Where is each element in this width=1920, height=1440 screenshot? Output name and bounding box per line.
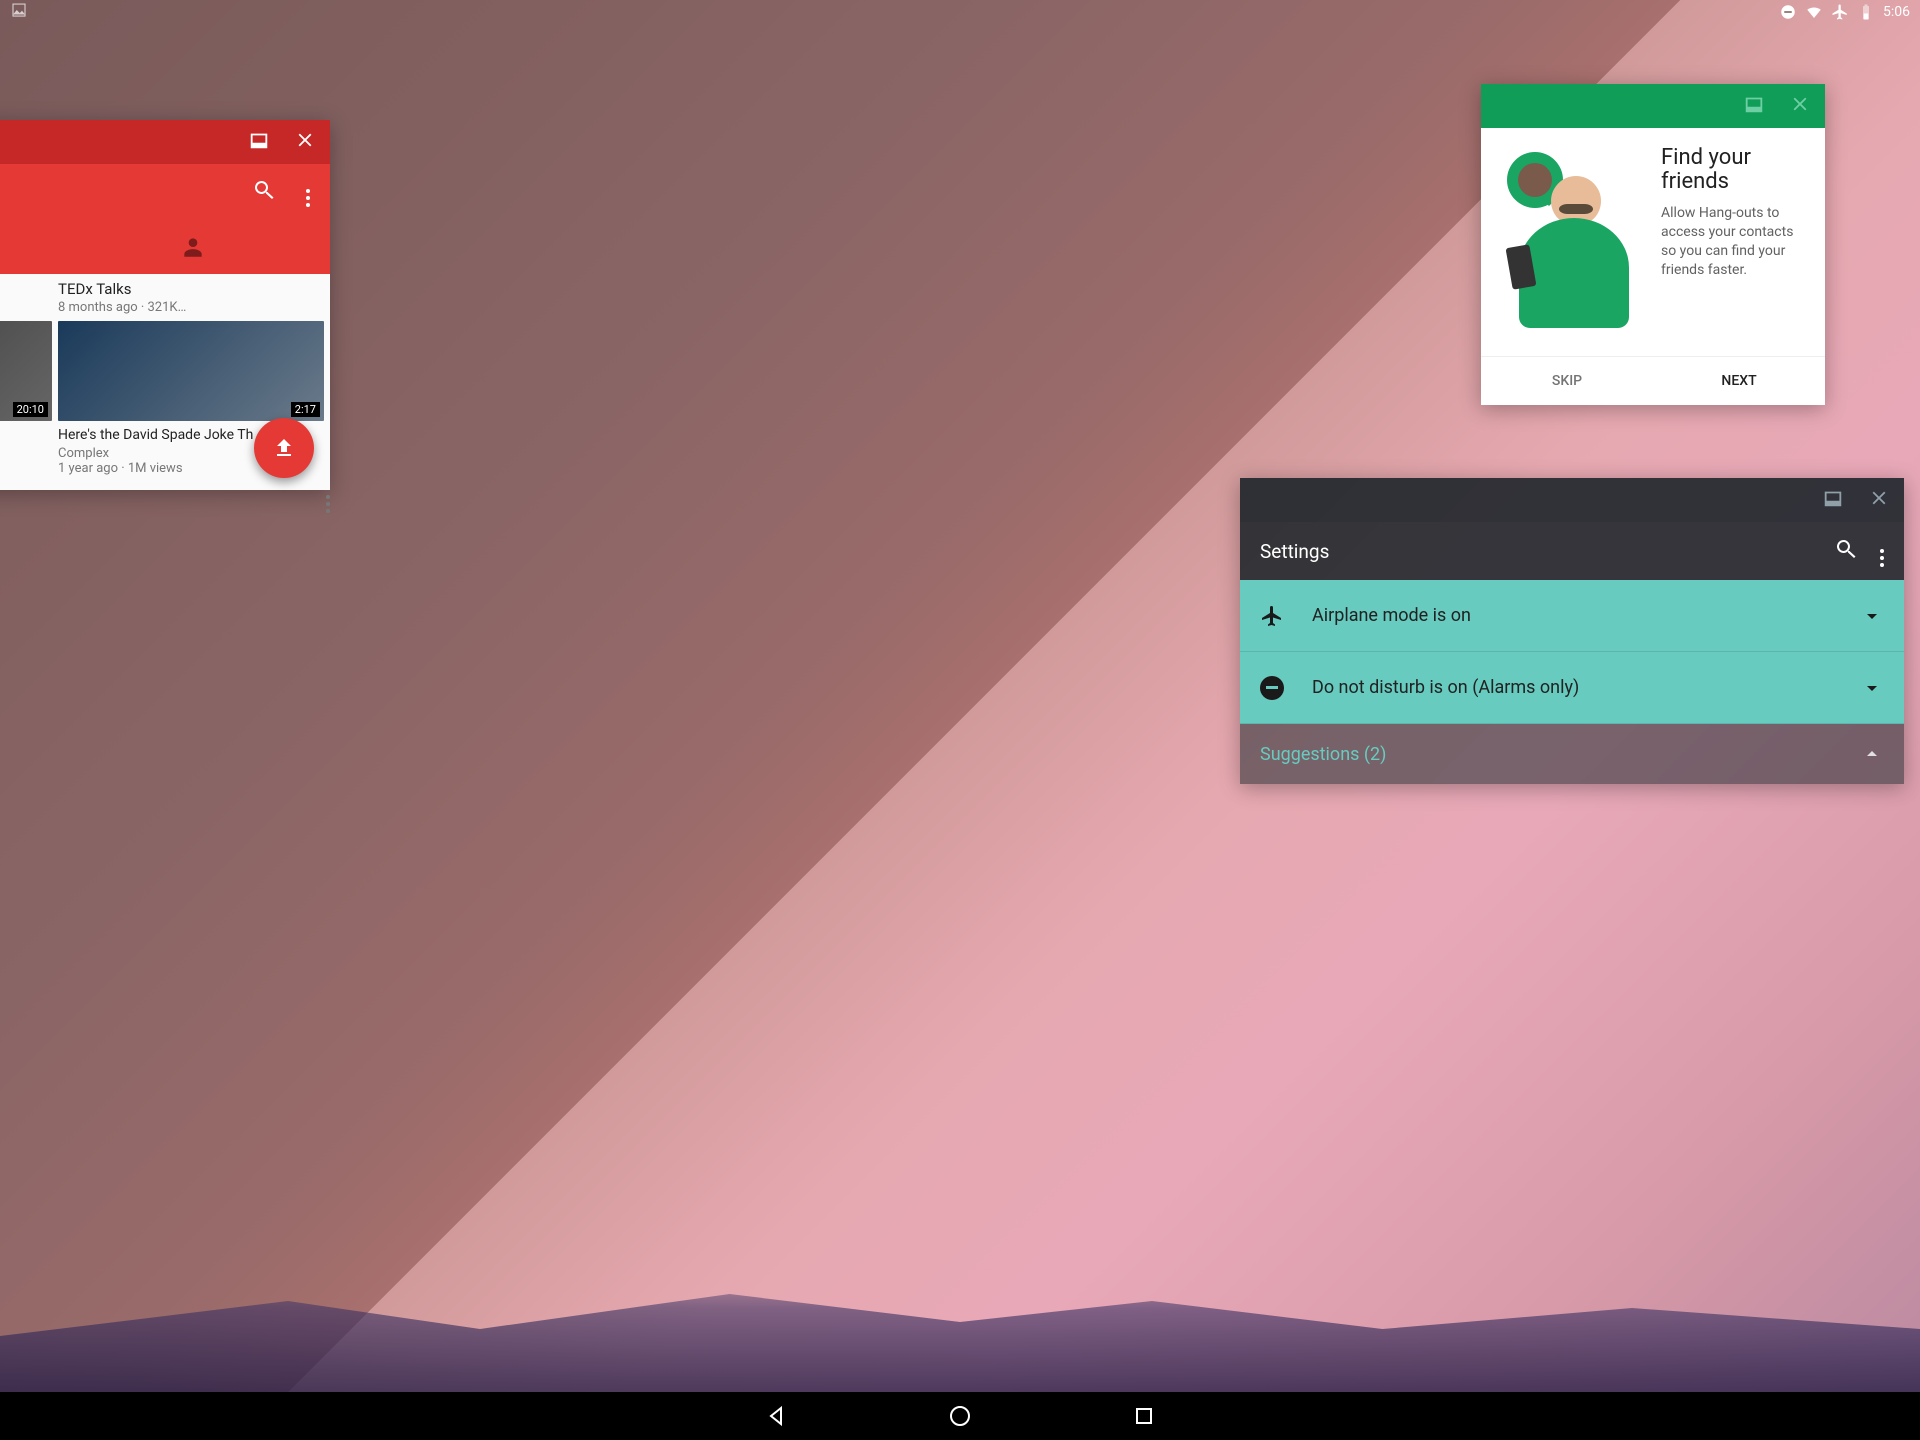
video-title: ss of [0, 427, 52, 444]
next-button[interactable]: NEXT [1653, 357, 1825, 405]
hangouts-actions: SKIP NEXT [1481, 356, 1825, 405]
dnd-icon [1260, 676, 1284, 700]
search-icon[interactable] [1834, 537, 1858, 566]
video-duration: 2:17 [291, 402, 320, 417]
tab-subscriptions[interactable] [0, 220, 55, 274]
hangouts-title: Find your friends [1661, 146, 1807, 194]
close-icon[interactable] [1868, 487, 1890, 513]
prev-meta: 8 months ago · 321K… [58, 300, 324, 315]
video-menu-icon[interactable] [326, 484, 330, 513]
hangouts-body: Find your friends Allow Hang-outs to acc… [1481, 128, 1825, 356]
video-card[interactable]: ns 18K views 20:10 ss of · 1M views [0, 280, 52, 476]
wifi-icon [1805, 3, 1823, 21]
dnd-notice[interactable]: Do not disturb is on (Alarms only) [1240, 652, 1904, 724]
settings-window[interactable]: Settings Airplane mode is on Do not dist… [1240, 478, 1904, 784]
airplane-icon [1831, 3, 1849, 21]
video-thumbnail[interactable]: 20:10 [0, 321, 52, 421]
battery-icon [1857, 3, 1875, 21]
close-icon[interactable] [1789, 93, 1811, 119]
chevron-up-icon[interactable] [1860, 742, 1884, 766]
settings-titlebar[interactable] [1240, 478, 1904, 522]
video-thumbnail[interactable]: 2:17 [58, 321, 324, 421]
hangouts-description: Allow Hang-outs to access your contacts … [1661, 204, 1807, 280]
tab-account[interactable] [55, 220, 330, 274]
youtube-toolbar [0, 164, 330, 220]
maximize-icon[interactable] [1822, 487, 1844, 513]
maximize-icon[interactable] [1743, 93, 1765, 119]
suggestions-row[interactable]: Suggestions (2) [1240, 724, 1904, 784]
search-icon[interactable] [252, 178, 276, 206]
prev-views: 18K views [0, 300, 52, 315]
overflow-icon[interactable] [1880, 535, 1884, 567]
recents-button[interactable] [1132, 1404, 1156, 1428]
dnd-label: Do not disturb is on (Alarms only) [1312, 677, 1579, 698]
skip-button[interactable]: SKIP [1481, 357, 1653, 405]
airplane-icon [1260, 604, 1284, 628]
chevron-down-icon[interactable] [1860, 676, 1884, 700]
hangouts-titlebar[interactable] [1481, 84, 1825, 128]
clock: 5:06 [1883, 4, 1910, 20]
hangouts-window[interactable]: Find your friends Allow Hang-outs to acc… [1481, 84, 1825, 405]
video-meta: · 1M views [0, 444, 52, 459]
youtube-content[interactable]: ns 18K views 20:10 ss of · 1M views TEDx… [0, 274, 330, 490]
chevron-down-icon[interactable] [1860, 604, 1884, 628]
youtube-tabs [0, 220, 330, 274]
youtube-titlebar[interactable] [0, 120, 330, 164]
prev-channel: TEDx Talks [58, 280, 324, 298]
maximize-icon[interactable] [248, 129, 270, 155]
prev-title: ns [0, 280, 52, 298]
status-bar: 5:06 [0, 0, 1920, 24]
youtube-window[interactable]: ns 18K views 20:10 ss of · 1M views TEDx… [0, 120, 330, 490]
home-button[interactable] [948, 1404, 972, 1428]
overflow-icon[interactable] [306, 178, 310, 207]
dnd-icon [1779, 3, 1797, 21]
video-duration: 20:10 [13, 402, 48, 417]
hangouts-illustration [1499, 146, 1649, 346]
airplane-notice[interactable]: Airplane mode is on [1240, 580, 1904, 652]
close-icon[interactable] [294, 129, 316, 155]
back-button[interactable] [764, 1404, 788, 1428]
settings-title: Settings [1260, 540, 1329, 563]
suggestions-label: Suggestions (2) [1260, 744, 1386, 765]
navigation-bar [0, 1392, 1920, 1440]
settings-appbar: Settings [1240, 522, 1904, 580]
airplane-label: Airplane mode is on [1312, 605, 1471, 626]
screenshot-icon [10, 1, 28, 19]
upload-fab[interactable] [254, 418, 314, 478]
